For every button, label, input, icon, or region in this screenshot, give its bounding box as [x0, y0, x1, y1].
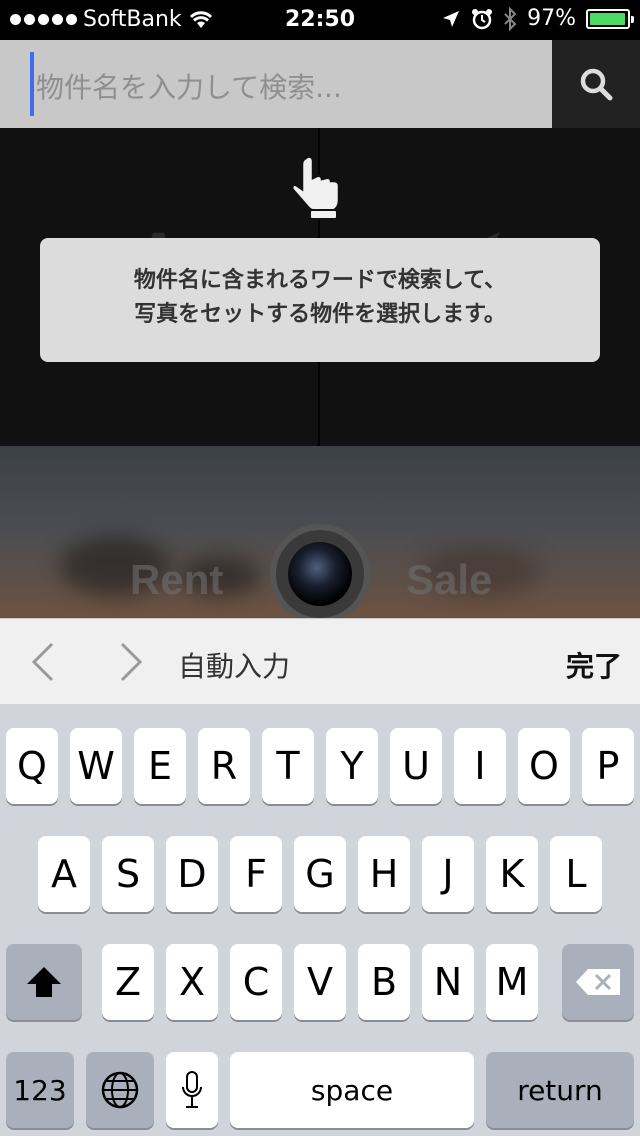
help-tooltip: 物件名に含まれるワードで検索して、 写真をセットする物件を選択します。	[40, 238, 600, 362]
search-input[interactable]: 物件名を入力して検索...	[0, 40, 552, 128]
globe-key[interactable]	[86, 1052, 154, 1128]
shift-icon	[27, 967, 61, 997]
key-g[interactable]: G	[294, 836, 346, 912]
key-x[interactable]: X	[166, 944, 218, 1020]
previous-field-button[interactable]	[28, 641, 58, 683]
next-field-button[interactable]	[116, 641, 146, 683]
key-j[interactable]: J	[422, 836, 474, 912]
keyboard-toolbar: 自動入力 完了	[0, 618, 640, 704]
status-bar: SoftBank 22:50 97%	[0, 0, 640, 40]
tooltip-line-2: 写真をセットする物件を選択します。	[134, 302, 506, 327]
battery-percent: 97%	[527, 6, 576, 31]
key-a[interactable]: A	[38, 836, 90, 912]
battery-icon	[586, 8, 634, 29]
key-f[interactable]: F	[230, 836, 282, 912]
key-h[interactable]: H	[358, 836, 410, 912]
key-r[interactable]: R	[198, 728, 250, 804]
key-u[interactable]: U	[390, 728, 442, 804]
backspace-key[interactable]	[562, 944, 634, 1020]
numbers-key[interactable]: 123	[6, 1052, 74, 1128]
key-d[interactable]: D	[166, 836, 218, 912]
location-arrow-icon	[443, 10, 460, 27]
rent-button[interactable]: Rent	[130, 556, 223, 604]
camera-lens-icon	[288, 542, 352, 606]
bluetooth-icon	[504, 6, 517, 31]
dictation-key[interactable]	[166, 1052, 218, 1128]
key-z[interactable]: Z	[102, 944, 154, 1020]
key-b[interactable]: B	[358, 944, 410, 1020]
key-q[interactable]: Q	[6, 728, 58, 804]
shift-key[interactable]	[6, 944, 82, 1020]
key-l[interactable]: L	[550, 836, 602, 912]
backspace-icon	[576, 969, 620, 995]
search-button[interactable]	[552, 40, 640, 128]
tap-hand-icon	[290, 155, 341, 220]
key-m[interactable]: M	[486, 944, 538, 1020]
key-y[interactable]: Y	[326, 728, 378, 804]
search-placeholder: 物件名を入力して検索...	[36, 71, 342, 104]
return-key[interactable]: return	[486, 1052, 634, 1128]
key-t[interactable]: T	[262, 728, 314, 804]
key-w[interactable]: W	[70, 728, 122, 804]
key-i[interactable]: I	[454, 728, 506, 804]
key-c[interactable]: C	[230, 944, 282, 1020]
microphone-icon	[182, 1071, 202, 1108]
key-s[interactable]: S	[102, 836, 154, 912]
key-e[interactable]: E	[134, 728, 186, 804]
key-k[interactable]: K	[486, 836, 538, 912]
key-o[interactable]: O	[518, 728, 570, 804]
done-button[interactable]: 完了	[566, 645, 622, 685]
key-p[interactable]: P	[582, 728, 634, 804]
key-v[interactable]: V	[294, 944, 346, 1020]
text-caret	[30, 52, 34, 116]
autofill-button[interactable]: 自動入力	[178, 645, 290, 685]
key-n[interactable]: N	[422, 944, 474, 1020]
search-bar: 物件名を入力して検索...	[0, 40, 640, 128]
search-icon	[580, 68, 613, 101]
sale-button[interactable]: Sale	[406, 556, 492, 604]
tooltip-line-1: 物件名に含まれるワードで検索して、	[133, 268, 507, 293]
space-key[interactable]: space	[230, 1052, 474, 1128]
camera-shutter-button[interactable]	[270, 524, 370, 624]
globe-icon	[101, 1071, 139, 1109]
keyboard: QWERTYUIOP ASDFGHJKL ZXCVBNM 123 space r…	[0, 704, 640, 1136]
alarm-icon	[472, 8, 493, 29]
